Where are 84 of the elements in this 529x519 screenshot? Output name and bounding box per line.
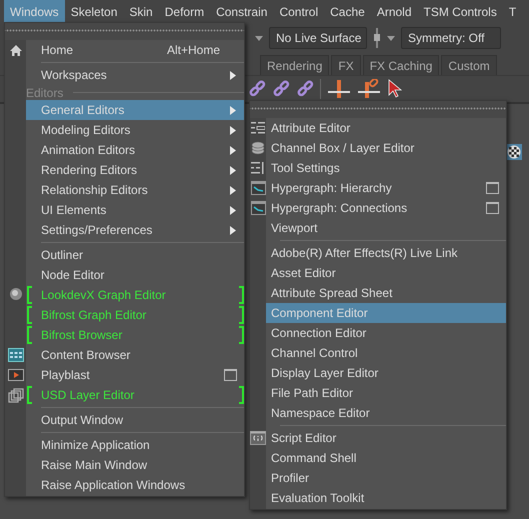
menu-item[interactable]: Playblast	[26, 365, 244, 385]
shelf-tab[interactable]: Custom	[441, 55, 497, 75]
menu-item[interactable]: General Editors	[26, 100, 244, 120]
bracket-icon	[239, 326, 244, 344]
cursor-icon[interactable]	[387, 79, 403, 99]
menu-item[interactable]: Bifrost Browser	[26, 325, 244, 345]
menu-item[interactable]: Content Browser	[26, 345, 244, 365]
menu-bar-item[interactable]: TSM Controls	[418, 0, 503, 23]
menu-bar-item[interactable]: Deform	[158, 0, 210, 23]
menu-bar-item[interactable]: Windows	[4, 0, 65, 23]
menu-bar-item[interactable]: Cache	[324, 0, 371, 23]
symmetry-field[interactable]: Symmetry: Off	[401, 27, 501, 49]
menu-item[interactable]: Namespace Editor	[266, 403, 506, 423]
menu-bar-item[interactable]: Control	[273, 0, 324, 23]
stack-icon	[251, 141, 265, 155]
menu-bar-item[interactable]: Arnold	[370, 0, 418, 23]
menu-item[interactable]: Attribute Spread Sheet	[266, 283, 506, 303]
menu-item[interactable]: Relationship Editors	[26, 180, 244, 200]
menu-item[interactable]: Workspaces	[26, 65, 244, 85]
menu-bar-item[interactable]: Skin	[123, 0, 159, 23]
joint-icon[interactable]	[327, 79, 351, 99]
dropdown-caret-icon[interactable]	[255, 36, 263, 40]
menu-item[interactable]: Raise Main Window	[26, 455, 244, 475]
menu-item[interactable]: Evaluation Toolkit	[266, 488, 506, 508]
menu-item[interactable]: Channel Box / Layer Editor	[266, 138, 506, 158]
link-icon[interactable]	[296, 80, 314, 98]
grid-icon	[8, 348, 24, 362]
slider-icon[interactable]	[373, 28, 381, 48]
menu-item[interactable]: Output Window	[26, 410, 244, 430]
menu-item[interactable]: Animation Editors	[26, 140, 244, 160]
menu-item[interactable]: Display Layer Editor	[266, 363, 506, 383]
menu-item[interactable]: Raise Application Windows	[26, 475, 244, 495]
menu-item[interactable]: Asset Editor	[266, 263, 506, 283]
menu-item[interactable]: Rendering Editors	[26, 160, 244, 180]
option-box-icon[interactable]	[486, 202, 499, 214]
shelf-tab[interactable]: Rendering	[260, 55, 330, 75]
bracket-icon	[239, 386, 244, 404]
tear-off-bar[interactable]	[5, 23, 244, 40]
bracket-icon	[239, 286, 244, 304]
bracket-icon	[239, 306, 244, 324]
menu-item[interactable]: Minimize Application	[26, 435, 244, 455]
menu-item[interactable]: USD Layer Editor	[26, 385, 244, 405]
menu-item[interactable]: Outliner	[26, 245, 244, 265]
menu-item[interactable]: Hypergraph: Hierarchy	[266, 178, 506, 198]
menu-item[interactable]: Modeling Editors	[26, 120, 244, 140]
menu-item[interactable]: Bifrost Graph Editor	[26, 305, 244, 325]
film-icon	[8, 369, 24, 381]
settings-list-icon	[251, 161, 265, 175]
menu-item[interactable]: Home Alt+Home	[26, 40, 244, 60]
menu-item[interactable]: LookdevX Graph Editor	[26, 285, 244, 305]
attribute-lines-icon	[251, 121, 265, 135]
menu-bar-item[interactable]: Skeleton	[64, 0, 124, 23]
checker-icon[interactable]	[506, 144, 522, 160]
menu-item[interactable]: Adobe(R) After Effects(R) Live Link	[266, 243, 506, 263]
menu-bar-item[interactable]: T	[502, 0, 522, 23]
menu-item[interactable]: UI Elements	[26, 200, 244, 220]
dropdown-caret-icon[interactable]	[387, 36, 395, 40]
menu-item[interactable]: Script Editor	[266, 428, 506, 448]
link-icon[interactable]	[272, 80, 290, 98]
menu-item[interactable]: Component Editor	[266, 303, 506, 323]
menu-item[interactable]: Tool Settings	[266, 158, 506, 178]
home-icon	[8, 44, 22, 56]
joint-link-icon[interactable]	[357, 79, 381, 99]
option-box-icon[interactable]	[224, 369, 237, 381]
sphere-icon	[8, 287, 24, 303]
link-icon[interactable]	[248, 80, 266, 98]
layers-icon	[8, 388, 24, 402]
menu-bar-item[interactable]: Constrain	[210, 0, 274, 23]
live-surface-field[interactable]: No Live Surface	[269, 27, 367, 49]
menu-item[interactable]: Command Shell	[266, 448, 506, 468]
shelf-tab[interactable]: FX Caching	[362, 55, 440, 75]
menu-item[interactable]: Node Editor	[26, 265, 244, 285]
menu-item[interactable]: Profiler	[266, 468, 506, 488]
script-icon	[250, 431, 266, 445]
shelf-tab[interactable]: FX	[331, 55, 361, 75]
option-box-icon[interactable]	[486, 182, 499, 194]
menu-item[interactable]: File Path Editor	[266, 383, 506, 403]
menu-item[interactable]: Hypergraph: Connections	[266, 198, 506, 218]
menu-item[interactable]: Viewport	[266, 218, 506, 238]
section-heading: Editors	[26, 86, 64, 100]
menu-item[interactable]: Connection Editor	[266, 323, 506, 343]
menu-item[interactable]: Channel Control	[266, 343, 506, 363]
menu-item[interactable]: Settings/Preferences	[26, 220, 244, 240]
menu-item[interactable]: Attribute Editor	[266, 118, 506, 138]
